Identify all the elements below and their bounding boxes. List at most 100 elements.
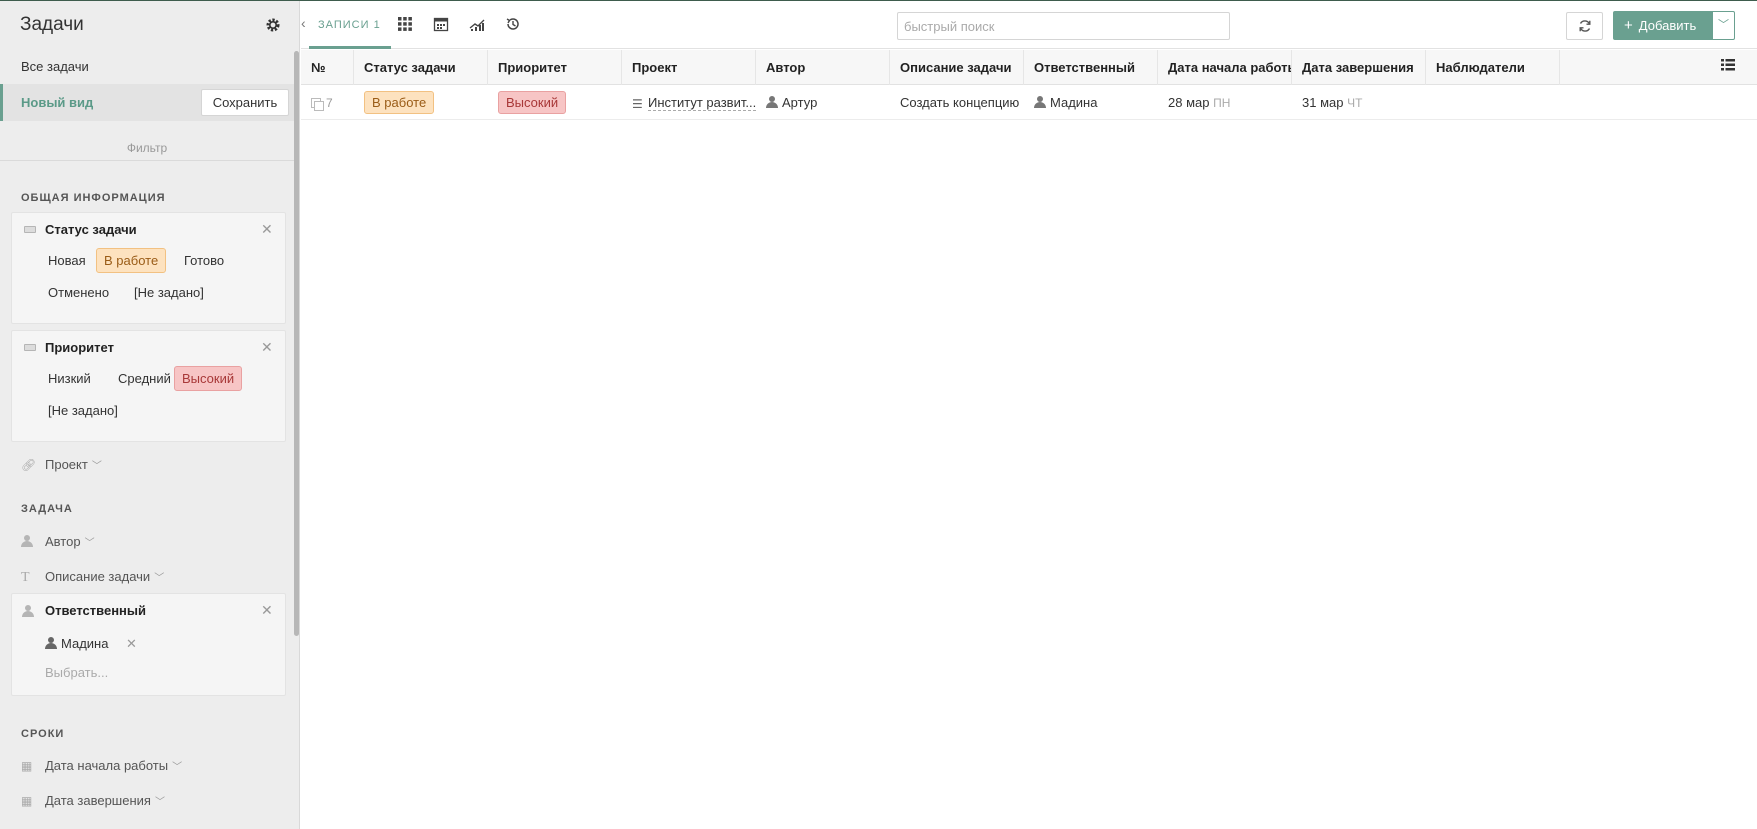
remove-assignee-icon[interactable]: ✕ (126, 636, 137, 652)
person-icon (22, 604, 34, 619)
chart-icon[interactable] (469, 16, 487, 34)
person-icon (45, 637, 57, 649)
person-icon (766, 96, 778, 108)
status-option-cancelled[interactable]: Отменено (41, 281, 116, 304)
priority-option-medium[interactable]: Средний (111, 367, 178, 390)
calendar-icon[interactable] (433, 16, 451, 34)
column-assignee[interactable]: Ответственный (1024, 50, 1158, 85)
project-field[interactable]: 🔗︎ Проект ﹀ (21, 457, 102, 472)
priority-card-title: Приоритет (45, 340, 114, 355)
text-icon: T (21, 570, 30, 585)
description-field[interactable]: T Описание задачи ﹀ (21, 569, 164, 586)
filter-label: Фильтр (126, 141, 168, 155)
sidebar-scrollbar[interactable] (294, 51, 299, 636)
start-date-field[interactable]: ▦ Дата начала работы ﹀ (21, 758, 182, 773)
person-icon (21, 535, 35, 549)
view-new-label[interactable]: Новый вид (21, 95, 93, 110)
row-number: 7 (326, 96, 333, 110)
priority-badge: Высокий (498, 91, 567, 114)
column-author[interactable]: Автор (756, 50, 890, 85)
grid-icon[interactable] (397, 16, 415, 34)
cell-start-date: 28 мар ПН (1158, 86, 1292, 120)
sidebar-title: Задачи (20, 14, 84, 35)
sidebar-header: Задачи (0, 1, 299, 51)
chevron-left-icon[interactable]: ‹ (301, 15, 306, 31)
status-option-done[interactable]: Готово (177, 249, 231, 272)
columns-icon[interactable] (1721, 58, 1753, 76)
tab-underline (309, 46, 391, 49)
add-dropdown-button[interactable]: ﹀ (1712, 11, 1735, 40)
field-type-icon (24, 226, 36, 233)
table-row[interactable]: 7 В работе Высокий ☰ Институт развит... А… (301, 86, 1757, 120)
close-icon[interactable]: ✕ (261, 221, 273, 238)
column-watchers[interactable]: Наблюдатели (1426, 50, 1560, 85)
choose-assignee-input[interactable]: Выбрать... (45, 665, 108, 680)
calendar-icon: ▦ (21, 759, 33, 773)
status-option-in-progress[interactable]: В работе (96, 248, 167, 273)
section-task: ЗАДАЧА (21, 503, 73, 515)
view-all-tasks[interactable]: Все задачи (21, 59, 89, 74)
start-date-field-label: Дата начала работы (45, 758, 169, 773)
status-card-title: Статус задачи (45, 222, 137, 237)
priority-option-low[interactable]: Низкий (41, 367, 98, 390)
gear-icon[interactable] (265, 17, 281, 33)
history-icon[interactable] (505, 16, 523, 34)
close-icon[interactable]: ✕ (261, 602, 273, 619)
start-day: ПН (1213, 96, 1231, 110)
assignee-card-title: Ответственный (45, 603, 146, 618)
end-date: 31 мар (1302, 95, 1344, 110)
chevron-down-icon: ﹀ (172, 762, 183, 773)
author-name: Артур (782, 95, 818, 110)
assignee-value: Мадина (45, 636, 108, 651)
cell-project[interactable]: ☰ Институт развит... (622, 86, 756, 120)
copy-icon[interactable] (311, 98, 324, 111)
end-day: ЧТ (1347, 96, 1363, 110)
column-start-date[interactable]: Дата начала работы (1158, 50, 1292, 85)
quick-search-input[interactable] (897, 12, 1230, 40)
tab-records[interactable]: ЗАПИСИ 1 (318, 19, 381, 31)
plus-icon: + (1624, 17, 1633, 34)
assignee-name: Мадина (1050, 95, 1098, 110)
priority-filter-card: Приоритет ✕ Низкий Средний Высокий [Не з… (11, 330, 286, 442)
status-option-new[interactable]: Новая (41, 249, 93, 272)
add-button[interactable]: + Добавить (1613, 11, 1712, 40)
column-project[interactable]: Проект (622, 50, 756, 85)
column-end-date[interactable]: Дата завершения (1292, 50, 1426, 85)
save-button[interactable]: Сохранить (201, 89, 289, 116)
chevron-down-icon: ﹀ (1718, 19, 1729, 31)
priority-option-high[interactable]: Высокий (174, 366, 243, 391)
cell-number: 7 (301, 86, 354, 120)
end-date-field[interactable]: ▦ Дата завершения ﹀ (21, 793, 165, 808)
column-number[interactable]: № (301, 50, 354, 85)
divider (0, 160, 294, 161)
priority-option-unset[interactable]: [Не задано] (41, 399, 125, 422)
column-description[interactable]: Описание задачи (890, 50, 1024, 85)
close-icon[interactable]: ✕ (261, 339, 273, 356)
chevron-down-icon: ﹀ (154, 797, 165, 808)
section-general: ОБЩАЯ ИНФОРМАЦИЯ (21, 192, 166, 204)
add-button-label: Добавить (1638, 18, 1697, 33)
project-link[interactable]: Институт развит... (648, 95, 756, 111)
refresh-button[interactable] (1566, 12, 1603, 40)
link-icon: 🔗︎ (21, 458, 37, 472)
chevron-down-icon: ﹀ (154, 573, 165, 584)
author-field[interactable]: Автор ﹀ (21, 534, 95, 549)
cell-description: Создать концепцию ... (900, 95, 1024, 110)
view-new-row[interactable]: Новый вид Сохранить (0, 84, 294, 121)
toolbar: ‹ ЗАПИСИ 1 + Добавить ﹀ (301, 1, 1757, 49)
table-header: № Статус задачи Приоритет Проект Автор О… (301, 50, 1757, 85)
start-date: 28 мар (1168, 95, 1210, 110)
section-dates: СРОКИ (21, 728, 65, 740)
cell-priority: Высокий (488, 86, 622, 120)
column-priority[interactable]: Приоритет (488, 50, 622, 85)
project-field-label: Проект (45, 457, 88, 472)
author-field-label: Автор (45, 534, 81, 549)
chevron-down-icon: ﹀ (91, 461, 102, 472)
assignee-value-label: Мадина (61, 636, 109, 651)
status-badge: В работе (364, 91, 435, 114)
assignee-filter-card: Ответственный ✕ Мадина ✕ Выбрать... (11, 593, 286, 696)
column-status[interactable]: Статус задачи (354, 50, 488, 85)
end-date-field-label: Дата завершения (45, 793, 151, 808)
app-frame: Задачи Все задачи Новый вид Сохранить Фи… (0, 0, 1757, 829)
status-option-unset[interactable]: [Не задано] (127, 281, 211, 304)
